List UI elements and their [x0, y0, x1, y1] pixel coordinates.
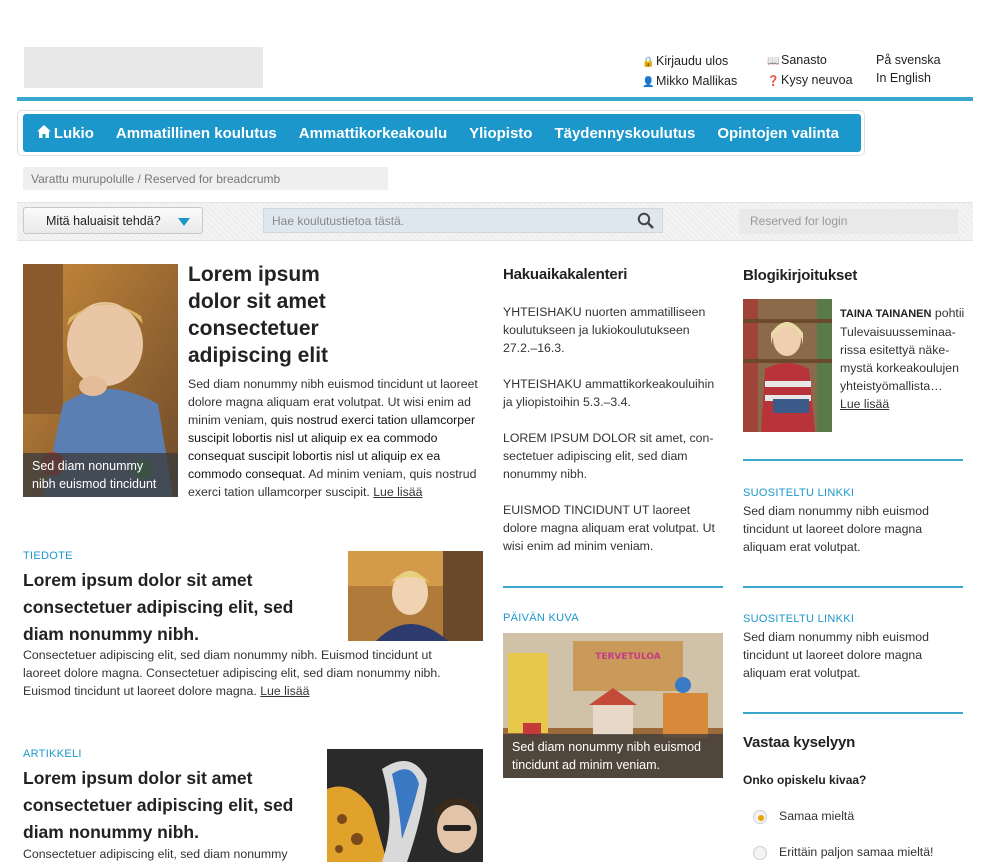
child-photo-image	[348, 551, 483, 641]
poll-option-label[interactable]: Samaa mieltä	[779, 807, 854, 825]
blog-read-more-link[interactable]: Lue lisää	[840, 397, 889, 411]
author-photo-image	[743, 299, 832, 432]
user-links: 🔒 Kirjaudu ulos 👤 Mikko Mallikas	[642, 52, 737, 92]
dropdown-label: Mitä haluaisit tehdä?	[46, 214, 161, 228]
main-nav: Lukio Ammatillinen koulutus Ammattikorke…	[23, 114, 861, 152]
home-icon[interactable]	[37, 124, 54, 142]
notice-kicker: TIEDOTE	[23, 550, 73, 562]
question-icon: ❓	[767, 76, 780, 87]
book-icon: 📖	[767, 56, 780, 67]
login-placeholder: Reserved for login	[739, 209, 958, 234]
poll-question: Onko opiskelu kivaa?	[743, 773, 867, 787]
blog-title: Blogikirjoitukset	[743, 267, 858, 284]
calendar-entry: YHTEISHAKU nuorten ammatilliseen koulutu…	[503, 305, 706, 355]
column-rule	[743, 586, 963, 588]
poll-title: Vastaa kyselyyn	[743, 734, 856, 751]
action-dropdown[interactable]: Mitä haluaisit tehdä?	[23, 207, 203, 234]
lock-icon: 🔒	[642, 57, 655, 68]
english-link[interactable]: In English	[876, 69, 941, 87]
help-links: 📖 Sanasto ❓ Kysy neuvoa	[767, 51, 853, 91]
notice-read-more-link[interactable]: Lue lisää	[260, 684, 309, 698]
column-rule	[743, 712, 963, 714]
notice-title[interactable]: Lorem ipsum dolor sit amet consectetuer …	[23, 567, 333, 648]
photo-of-day-kicker: PÄIVÄN KUVA	[503, 612, 579, 624]
language-links: På svenska In English	[876, 51, 941, 87]
poll-option-radio[interactable]	[753, 846, 767, 860]
blog-author-photo[interactable]	[743, 299, 832, 432]
featured-link-kicker[interactable]: SUOSITELTU LINKKI	[743, 613, 854, 625]
glossary-link[interactable]: 📖 Sanasto	[767, 51, 853, 71]
featured-link-text: Sed diam nonummy nibh euismod tincidunt …	[743, 504, 929, 554]
user-icon: 👤	[642, 77, 655, 88]
blog-excerpt: TAINA TAINANEN pohtii Tulevaisuusseminaa…	[840, 306, 965, 411]
nav-item-taydennys[interactable]: Täydennyskoulutus	[554, 125, 695, 142]
calendar-entry: YHTEISHAKU ammattikorkeakouluihin ja yli…	[503, 377, 715, 409]
breadcrumb: Varattu murupolulle / Reserved for bread…	[23, 167, 388, 190]
poll-option-label[interactable]: Erittäin paljon samaa mieltä!	[779, 843, 933, 861]
article-kicker: ARTIKKELI	[23, 748, 82, 760]
nav-item-amk[interactable]: Ammattikorkeakoulu	[299, 125, 447, 142]
logo-placeholder	[24, 47, 263, 88]
notice-text: Consectetuer adipiscing elit, sed diam n…	[23, 648, 441, 698]
caret-down-icon	[178, 218, 190, 226]
nav-item-opintojen-valinta[interactable]: Opintojen valinta	[717, 125, 839, 142]
giraffe-art-image	[327, 749, 483, 862]
lead-photo[interactable]: Sed diam nonummy nibh euismod tincidunt	[23, 264, 178, 497]
notice-photo[interactable]	[348, 551, 483, 641]
search-icon[interactable]	[637, 212, 654, 232]
article-photo[interactable]	[327, 749, 483, 862]
calendar-entry: EUISMOD TINCIDUNT UT laoreet dolore magn…	[503, 503, 715, 553]
featured-link-kicker[interactable]: SUOSITELTU LINKKI	[743, 487, 854, 499]
poll-option-radio[interactable]	[753, 810, 767, 824]
photo-of-day[interactable]: TERVETULOA Sed diam nonummy nibh euismod…	[503, 633, 723, 778]
calendar-title: Hakuaikakalenteri	[503, 266, 628, 283]
nav-item-yliopisto[interactable]: Yliopisto	[469, 125, 532, 142]
article-text: Consectetuer adipiscing elit, sed diam n…	[23, 847, 288, 861]
header-rule	[17, 97, 973, 101]
welcome-sign-text: TERVETULOA	[595, 652, 661, 662]
user-name[interactable]: 👤 Mikko Mallikas	[642, 72, 737, 92]
search-placeholder: Hae koulutustietoa tästä.	[272, 214, 405, 228]
lead-text: Sed diam nonummy nibh euismod tincidunt …	[188, 377, 478, 499]
article-title[interactable]: Lorem ipsum dolor sit amet consectetuer …	[23, 765, 333, 846]
logout-link[interactable]: 🔒 Kirjaudu ulos	[642, 52, 737, 72]
nav-item-lukio[interactable]: Lukio	[54, 125, 94, 142]
featured-link-text: Sed diam nonummy nibh euismod tincidunt …	[743, 630, 929, 680]
column-rule	[743, 459, 963, 461]
search-input[interactable]: Hae koulutustietoa tästä.	[263, 208, 663, 233]
blog-author[interactable]: TAINA TAINANEN	[840, 308, 931, 320]
lead-title[interactable]: Lorem ipsum dolor sit amet consectetuer …	[188, 261, 363, 369]
nav-item-ammatillinen[interactable]: Ammatillinen koulutus	[116, 125, 277, 142]
lead-read-more-link[interactable]: Lue lisää	[373, 485, 422, 499]
lead-photo-caption: Sed diam nonummy nibh euismod tincidunt	[23, 453, 178, 497]
photo-of-day-caption: Sed diam nonummy nibh euismod tincidunt …	[503, 734, 723, 778]
column-rule	[503, 586, 723, 588]
swedish-link[interactable]: På svenska	[876, 51, 941, 69]
ask-link[interactable]: ❓ Kysy neuvoa	[767, 71, 853, 91]
calendar-entry: LOREM IPSUM DOLOR sit amet, con-sectetue…	[503, 431, 714, 481]
